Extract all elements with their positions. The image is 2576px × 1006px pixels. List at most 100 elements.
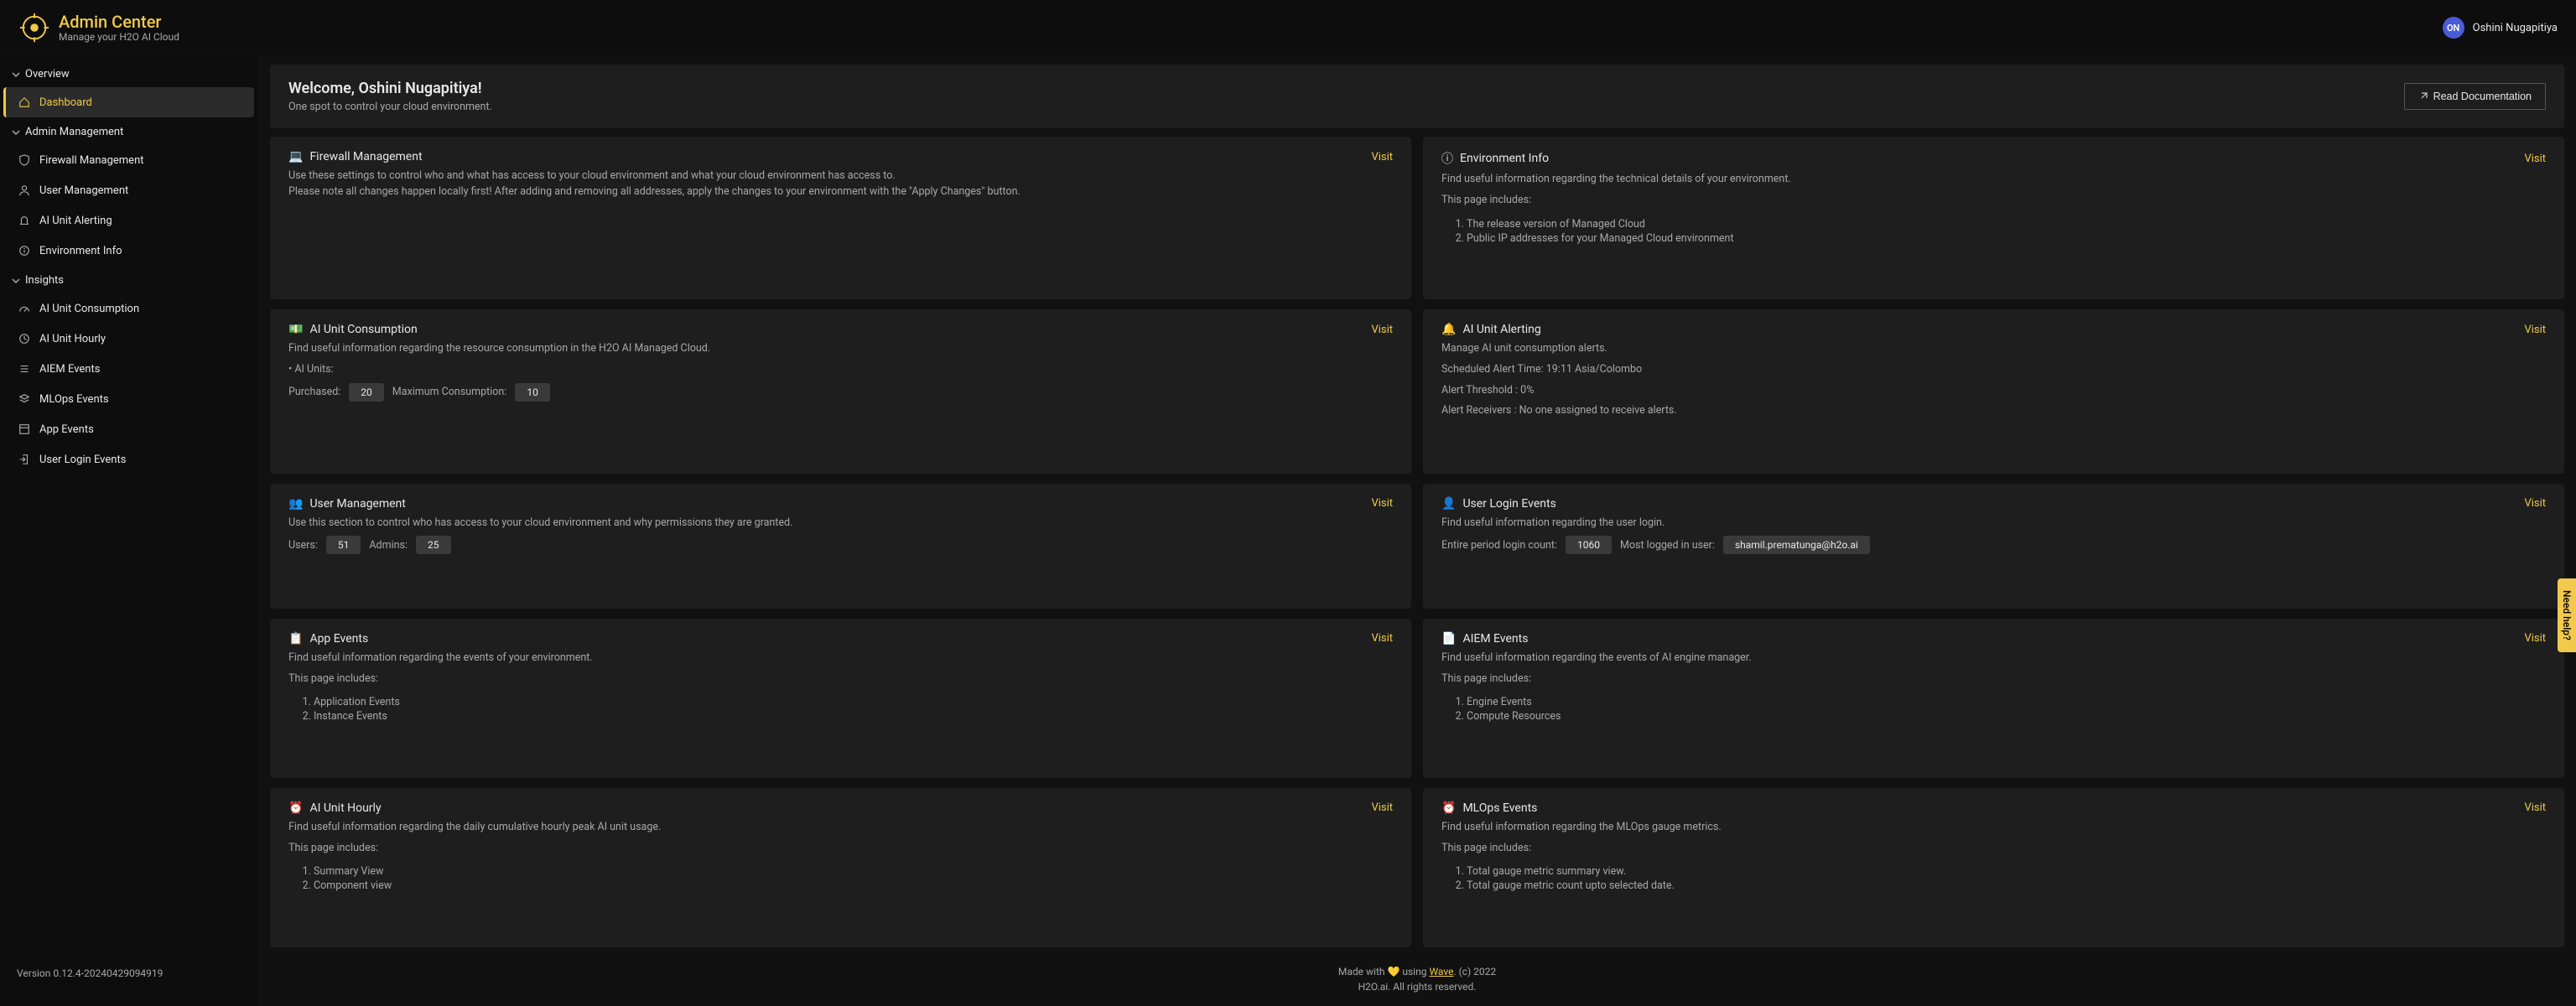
card-title-text: App Events [309,632,368,646]
need-help-tab[interactable]: Need help? [2558,578,2576,652]
footer-text: Made with 💛 using [1338,966,1430,977]
visit-link-usermgmt[interactable]: Visit [1371,497,1393,510]
card-title-text: AI Unit Hourly [309,801,381,815]
card-includes: This page includes: [288,672,1393,687]
card-desc: Find useful information regarding the ev… [1441,651,2546,666]
brand-subtitle: Manage your H2O AI Cloud [59,31,179,43]
nav-section-label: Insights [25,274,64,287]
list-item: Summary View [314,864,1393,879]
card-hourly: ⏰ AI Unit Hourly Visit Find useful inform… [270,788,1411,947]
sidebar-item-login-events[interactable]: User Login Events [3,444,254,474]
visit-link-loginevents[interactable]: Visit [2524,497,2546,510]
alarm-clock-icon: ⏰ [1441,801,1456,815]
card-list: The release version of Managed Cloud Pub… [1441,217,2546,246]
sidebar-item-label: Dashboard [39,96,92,109]
visit-link-consumption[interactable]: Visit [1371,324,1393,336]
users-icon: 👥 [288,497,303,511]
chevron-down-icon [12,277,20,285]
max-label: Maximum Consumption: [392,386,507,398]
card-list: Application Events Instance Events [288,695,1393,723]
sidebar-item-aiem[interactable]: AIEM Events [3,354,254,384]
brand-title: Admin Center [59,13,179,31]
username-label: Oshini Nugapitiya [2473,22,2558,34]
sidebar-item-app-events[interactable]: App Events [3,414,254,444]
list-item: Component view [314,879,1393,893]
list-item: Instance Events [314,709,1393,723]
purchased-label: Purchased: [288,386,340,398]
nav-section-label: Overview [25,68,70,80]
card-env-info: ⓘ Environment Info Visit Find useful info… [1423,137,2564,299]
person-icon: 👤 [1441,497,1456,511]
alarm-clock-icon: ⏰ [288,801,303,815]
bell-icon [18,214,31,227]
card-title-text: Firewall Management [309,150,422,163]
card-line: Alert Threshold : 0% [1441,383,2546,399]
welcome-subtitle: One spot to control your cloud environme… [288,101,492,113]
nav-section-label: Admin Management [25,126,123,138]
visit-link-aiem[interactable]: Visit [2524,632,2546,645]
card-title-text: MLOps Events [1462,801,1537,815]
visit-link-firewall[interactable]: Visit [1371,151,1393,163]
info-icon: ⓘ [1441,150,1453,167]
card-line: Manage AI unit consumption alerts. [1441,341,2546,357]
bell-icon: 🔔 [1441,323,1456,336]
topbar: Admin Center Manage your H2O AI Cloud ON… [0,0,2576,56]
card-title-text: Environment Info [1460,152,1549,165]
avatar[interactable]: ON [2443,17,2464,39]
main-content: Welcome, Oshini Nugapitiya! One spot to … [258,56,2576,1006]
read-doc-label: Read Documentation [2433,91,2532,102]
list-item: Application Events [314,695,1393,709]
visit-link-env[interactable]: Visit [2524,153,2546,165]
visit-link-appevents[interactable]: Visit [1371,632,1393,645]
chevron-down-icon [12,128,20,137]
laptop-icon: 💻 [288,150,303,163]
card-desc: Find useful information regarding the da… [288,820,1393,836]
sidebar-item-env-info[interactable]: Environment Info [3,236,254,266]
footer-wave-link[interactable]: Wave [1429,966,1453,977]
money-icon: 💵 [288,323,303,336]
footer-copyright: H2O.ai. All rights reserved. [258,979,2576,994]
card-login-events: 👤User Login Events Visit Find useful inf… [1423,484,2564,609]
purchased-value: 20 [349,383,384,402]
sidebar-item-firewall[interactable]: Firewall Management [3,145,254,175]
visit-link-mlops[interactable]: Visit [2524,801,2546,814]
sidebar-item-user-mgmt[interactable]: User Management [3,175,254,205]
login-icon [18,453,31,466]
sidebar-item-alerting[interactable]: AI Unit Alerting [3,205,254,236]
sidebar-item-label: AIEM Events [39,363,100,376]
nav-section-overview[interactable]: Overview [0,60,257,87]
stack-icon [18,392,31,406]
sidebar-item-mlops[interactable]: MLOps Events [3,384,254,414]
sidebar-item-label: AI Unit Consumption [39,303,139,315]
card-desc: Find useful information regarding the us… [1441,516,2546,532]
sidebar-item-hourly[interactable]: AI Unit Hourly [3,324,254,354]
card-aiem: 📄AIEM Events Visit Find useful informati… [1423,619,2564,778]
list-icon [18,362,31,376]
card-desc: Find useful information regarding the ev… [288,651,1393,666]
list-item: Public IP addresses for your Managed Clo… [1467,231,2546,246]
sidebar-item-label: App Events [39,423,94,436]
hero-panel: Welcome, Oshini Nugapitiya! One spot to … [270,65,2564,128]
sidebar-item-dashboard[interactable]: Dashboard [3,87,254,117]
gauge-icon [18,302,31,315]
users-value: 51 [326,536,361,554]
user-icon [18,184,31,197]
nav-section-insights[interactable]: Insights [0,266,257,293]
shield-icon [18,153,31,167]
read-documentation-button[interactable]: Read Documentation [2404,83,2546,110]
sidebar-item-label: User Management [39,184,128,197]
card-title-text: User Management [309,497,405,511]
list-item: Compute Resources [1467,709,2546,723]
nav-section-admin[interactable]: Admin Management [0,117,257,145]
list-item: The release version of Managed Cloud [1467,217,2546,231]
card-app-events: 📋App Events Visit Find useful informatio… [270,619,1411,778]
sidebar-item-consumption[interactable]: AI Unit Consumption [3,293,254,324]
card-mlops: ⏰MLOps Events Visit Find useful informat… [1423,788,2564,947]
visit-link-hourly[interactable]: Visit [1371,801,1393,814]
card-title-text: AIEM Events [1462,632,1528,646]
card-includes: This page includes: [1441,841,2546,857]
visit-link-alerting[interactable]: Visit [2524,324,2546,336]
sidebar-item-label: User Login Events [39,454,126,466]
card-includes: This page includes: [288,841,1393,857]
card-desc: Find useful information regarding the te… [1441,172,2546,188]
